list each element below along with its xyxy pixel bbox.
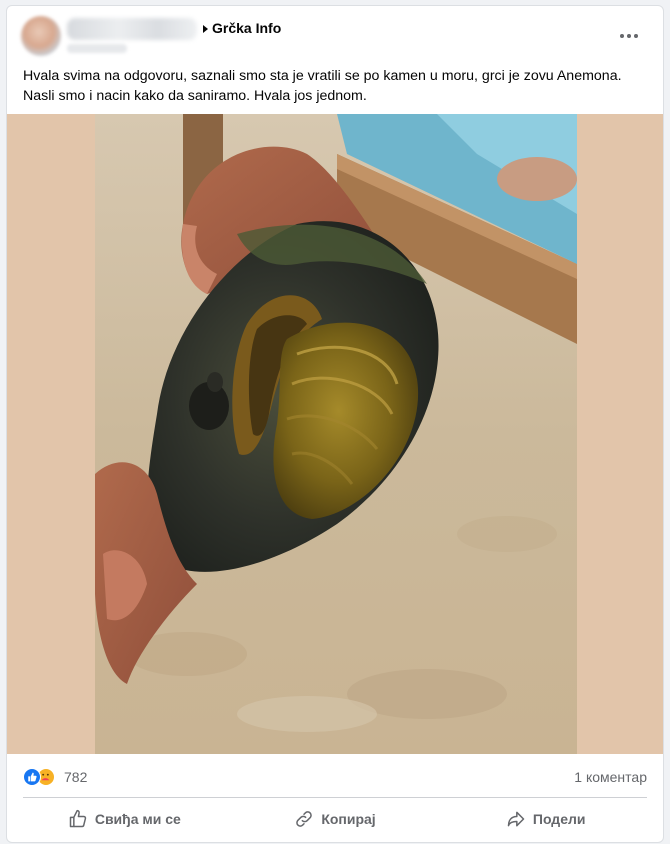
post-header: Grčka Info <box>7 6 663 64</box>
post-card: Grčka Info Hvala svima na odgovoru, sazn… <box>6 5 664 843</box>
avatar[interactable] <box>21 16 61 56</box>
post-meta-blurred <box>67 44 127 53</box>
arrow-right-icon <box>203 25 208 33</box>
post-stats: 782 1 коментар <box>7 754 663 796</box>
copy-button[interactable]: Копирај <box>230 800 441 838</box>
comments-count[interactable]: 1 коментар <box>574 769 647 785</box>
reactions-count[interactable]: 782 <box>64 769 87 785</box>
thumbs-up-icon <box>69 809 87 828</box>
author-name-blurred[interactable] <box>67 18 197 40</box>
share-icon <box>507 811 525 827</box>
post-text: Hvala svima na odgovoru, saznali smo sta… <box>23 68 622 104</box>
like-button-label: Свиђа ми се <box>94 811 181 827</box>
like-icon[interactable] <box>23 768 41 786</box>
group-name-link[interactable]: Grčka Info <box>212 20 281 36</box>
more-options-icon[interactable] <box>611 24 647 48</box>
like-button[interactable]: Свиђа ми се <box>19 800 230 838</box>
copy-button-label: Копирај <box>321 811 376 827</box>
actions-divider <box>23 797 647 798</box>
share-button[interactable]: Подели <box>440 800 651 838</box>
post-photo[interactable] <box>7 114 663 754</box>
post-actions: Свиђа ми се Копирај Подели <box>7 800 663 838</box>
link-icon <box>296 811 313 827</box>
photo-illustration <box>95 114 577 754</box>
share-button-label: Подели <box>532 811 586 827</box>
